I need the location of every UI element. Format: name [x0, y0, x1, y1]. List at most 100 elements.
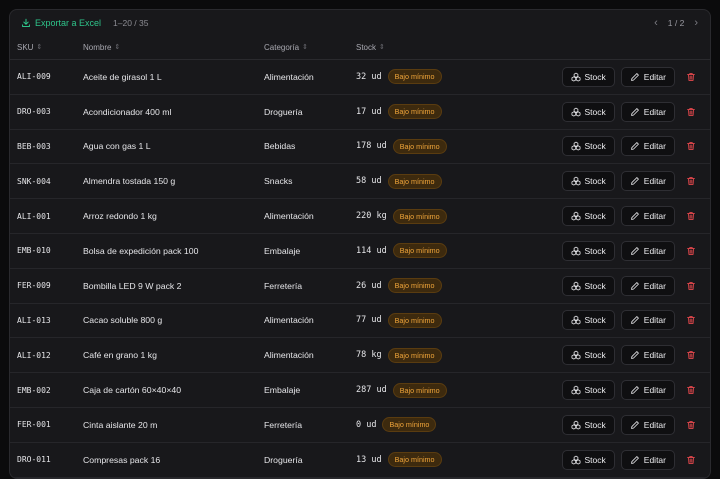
delete-button[interactable] — [681, 206, 701, 226]
column-header-stock[interactable]: Stock ⇕ — [356, 43, 385, 52]
edit-button[interactable]: Editar — [620, 310, 675, 331]
row-actions: Stock Editar — [561, 171, 701, 192]
row-actions: Stock Editar — [561, 275, 701, 296]
delete-button[interactable] — [681, 171, 701, 191]
category-cell: Droguería — [264, 106, 303, 117]
table-row: DRO-003 Acondicionador 400 ml Droguería … — [10, 95, 710, 130]
delete-button[interactable] — [681, 67, 701, 87]
sort-icon: ⇕ — [36, 44, 43, 51]
export-excel-button[interactable]: Exportar a Excel — [21, 18, 101, 28]
trash-icon — [687, 281, 695, 290]
delete-button[interactable] — [681, 136, 701, 156]
stock-button[interactable]: Stock — [561, 240, 615, 261]
delete-button[interactable] — [681, 415, 701, 435]
column-header-sku[interactable]: SKU ⇕ — [17, 43, 42, 52]
row-actions: Stock Editar — [561, 380, 701, 401]
trash-icon — [687, 386, 695, 394]
stock-button[interactable]: Stock — [561, 345, 615, 366]
edit-button[interactable]: Editar — [620, 345, 675, 366]
column-header-category[interactable]: Categoría ⇕ — [264, 43, 308, 52]
stock-value: 114 ud — [356, 245, 387, 256]
edit-button-label: Editar — [643, 315, 666, 326]
edit-button[interactable]: Editar — [620, 171, 675, 192]
next-page-icon[interactable]: › — [694, 17, 698, 29]
category-cell: Ferretería — [264, 280, 303, 291]
column-header-sku-label: SKU — [17, 43, 34, 52]
stock-value: 287 ud — [356, 385, 387, 396]
table-row: SNK-004 Almendra tostada 150 g Snacks 58… — [10, 164, 710, 200]
stock-value: 0 ud — [356, 419, 377, 430]
delete-button[interactable] — [681, 450, 701, 470]
delete-button[interactable] — [681, 241, 701, 261]
stock-button[interactable]: Stock — [561, 171, 615, 192]
stock-button[interactable]: Stock — [561, 310, 615, 331]
trash-icon — [687, 142, 695, 151]
column-header-stock-label: Stock — [356, 43, 377, 52]
delete-button[interactable] — [681, 345, 701, 365]
low-stock-badge: Bajo mínimo — [392, 382, 447, 398]
stock-value: 13 ud — [356, 454, 382, 465]
boxes-icon — [571, 107, 580, 117]
edit-button[interactable]: Editar — [620, 136, 675, 157]
stock-button-label: Stock — [584, 454, 606, 465]
delete-button[interactable] — [681, 276, 701, 296]
boxes-icon — [571, 177, 580, 186]
name-cell: Almendra tostada 150 g — [83, 176, 176, 187]
boxes-icon — [571, 281, 580, 291]
category-cell: Embalaje — [264, 385, 301, 396]
stock-button-label: Stock — [584, 315, 606, 326]
stock-button[interactable]: Stock — [561, 136, 615, 157]
edit-button[interactable]: Editar — [620, 101, 675, 122]
low-stock-badge: Bajo mínimo — [392, 208, 447, 224]
stock-button[interactable]: Stock — [561, 101, 615, 122]
result-range: 1–20 / 35 — [113, 18, 149, 28]
stock-button[interactable]: Stock — [561, 206, 615, 227]
edit-button[interactable]: Editar — [620, 206, 675, 227]
stock-button-label: Stock — [584, 350, 606, 361]
sku-cell: EMB-002 — [17, 385, 51, 395]
sku-cell: DRO-003 — [17, 107, 51, 117]
edit-button[interactable]: Editar — [620, 240, 675, 261]
delete-button[interactable] — [681, 310, 701, 330]
name-cell: Cinta aislante 20 m — [83, 419, 158, 430]
edit-button[interactable]: Editar — [620, 275, 675, 296]
pencil-icon — [630, 247, 639, 255]
sku-cell: ALI-001 — [17, 211, 51, 221]
stock-button-label: Stock — [584, 211, 606, 222]
edit-button-label: Editar — [643, 280, 666, 291]
stock-button[interactable]: Stock — [561, 414, 615, 435]
boxes-icon — [571, 316, 580, 325]
row-actions: Stock Editar — [561, 206, 701, 227]
edit-button[interactable]: Editar — [620, 449, 675, 470]
stock-value: 78 kg — [356, 350, 382, 361]
edit-button-label: Editar — [643, 454, 666, 465]
sku-cell: FER-001 — [17, 420, 51, 430]
pencil-icon — [630, 142, 639, 151]
stock-button-label: Stock — [584, 419, 606, 430]
column-header-category-label: Categoría — [264, 43, 300, 52]
boxes-icon — [571, 211, 580, 221]
pencil-icon — [630, 420, 639, 429]
edit-button[interactable]: Editar — [620, 414, 675, 435]
edit-button[interactable]: Editar — [620, 380, 675, 401]
pencil-icon — [630, 316, 639, 325]
sku-cell: SNK-004 — [17, 176, 51, 186]
name-cell: Cacao soluble 800 g — [83, 315, 163, 326]
low-stock-badge: Bajo mínimo — [387, 69, 442, 85]
edit-button-label: Editar — [643, 176, 666, 187]
stock-button[interactable]: Stock — [561, 449, 615, 470]
prev-page-icon[interactable]: ‹ — [654, 17, 658, 29]
delete-button[interactable] — [681, 102, 701, 122]
stock-cell: 220 kg Bajo mínimo — [356, 208, 447, 224]
boxes-icon — [571, 350, 580, 360]
edit-button-label: Editar — [643, 106, 666, 117]
stock-button[interactable]: Stock — [561, 275, 615, 296]
column-header-name[interactable]: Nombre ⇕ — [83, 43, 120, 52]
stock-button[interactable]: Stock — [561, 66, 615, 87]
stock-button[interactable]: Stock — [561, 380, 615, 401]
edit-button[interactable]: Editar — [620, 66, 675, 87]
stock-value: 77 ud — [356, 315, 382, 326]
name-cell: Caja de cartón 60×40×40 — [83, 385, 182, 396]
table-row: ALI-009 Aceite de girasol 1 L Alimentaci… — [10, 60, 710, 95]
delete-button[interactable] — [681, 380, 701, 400]
